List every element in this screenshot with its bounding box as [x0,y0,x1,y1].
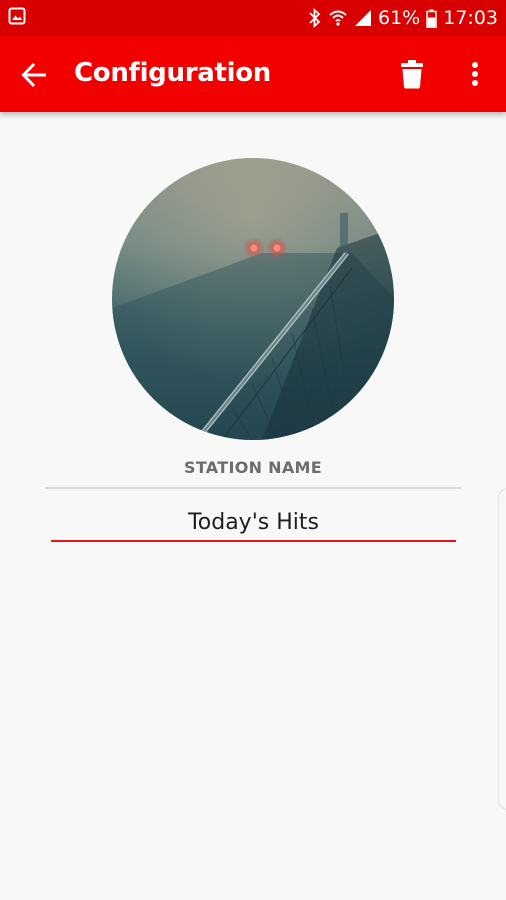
more-vert-icon [472,62,478,86]
gallery-notification-icon [8,7,26,29]
page-title: Configuration [74,58,271,88]
signal-icon [354,9,372,27]
station-name-input[interactable] [51,504,456,542]
status-bar: 61% 17:03 [0,0,506,36]
divider [45,487,461,489]
back-button[interactable] [20,60,50,90]
wifi-icon [328,8,348,28]
delete-button[interactable] [398,58,426,90]
station-image[interactable] [112,158,394,440]
battery-percent: 61% [378,7,421,29]
edge-panel-handle[interactable] [498,488,506,810]
more-options-button[interactable] [465,60,485,90]
trash-icon [401,60,423,89]
status-time: 17:03 [443,7,498,29]
station-name-label: STATION NAME [184,458,322,477]
arrow-left-icon [21,62,46,88]
bluetooth-icon [308,8,322,28]
app-bar: Configuration [0,36,506,112]
battery-icon [426,9,437,28]
